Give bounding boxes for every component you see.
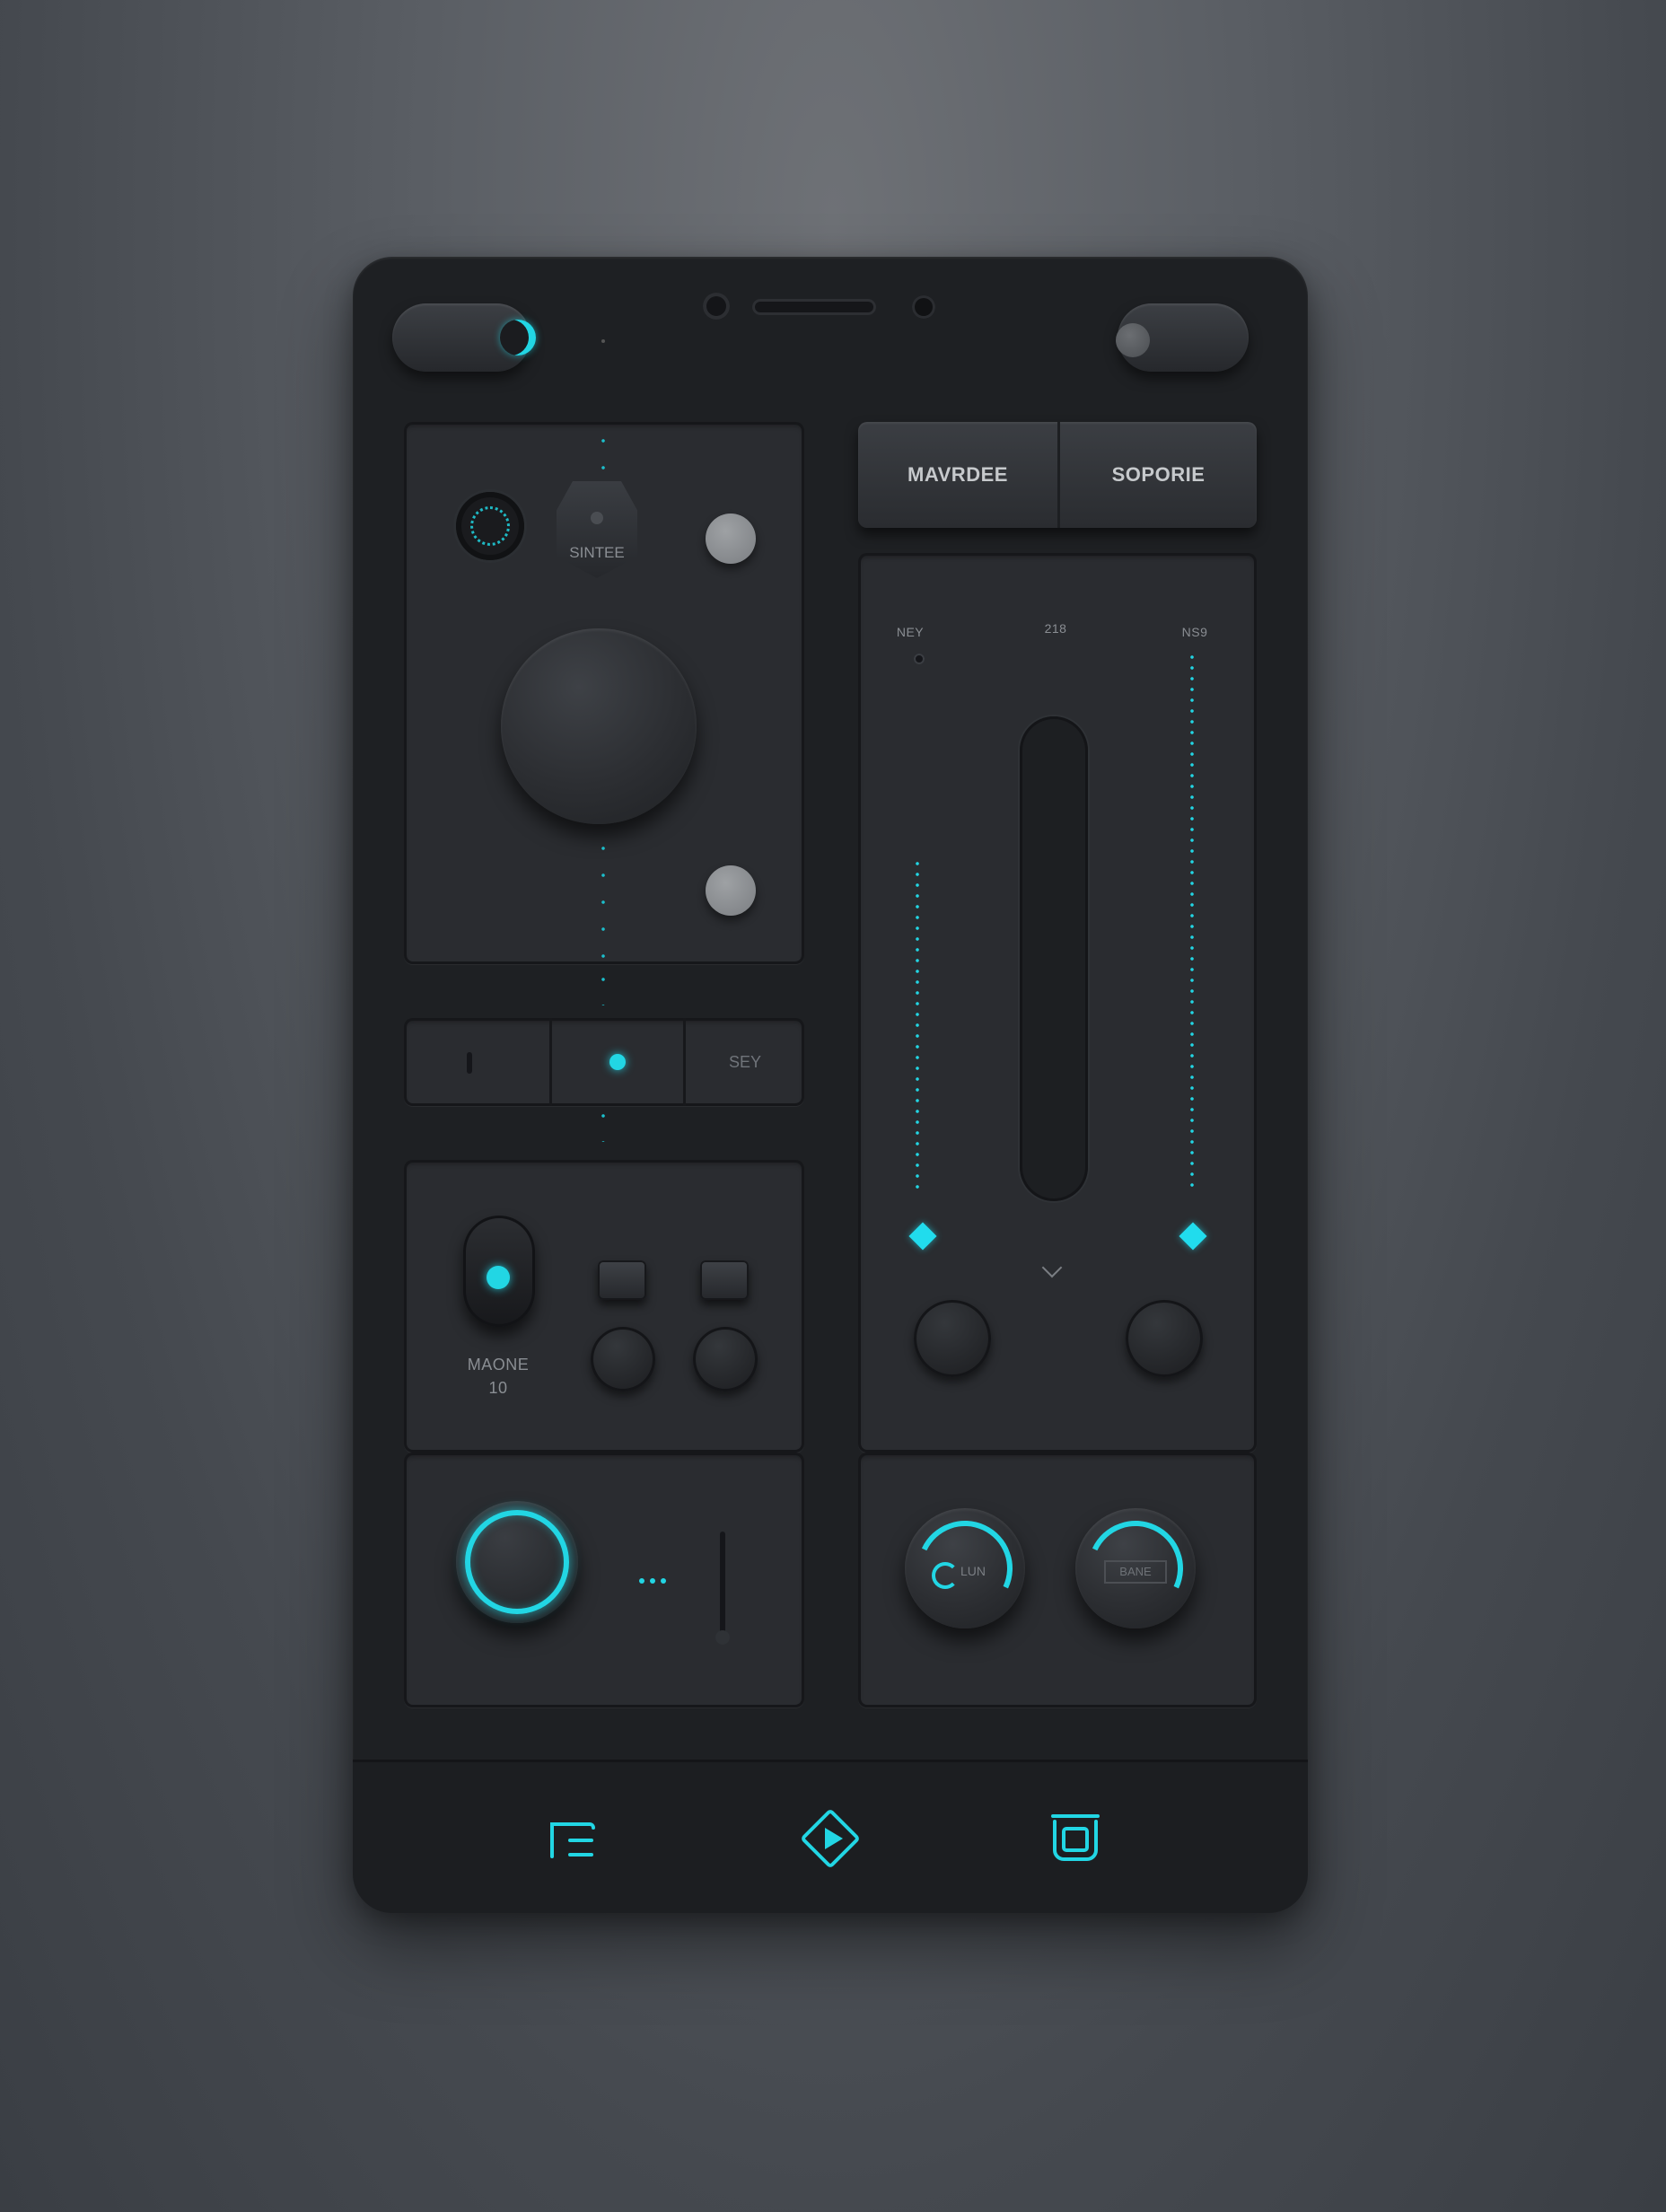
nav-layout-button[interactable] xyxy=(532,1798,613,1879)
right-fader-marker[interactable] xyxy=(1179,1222,1207,1251)
square-button-2[interactable] xyxy=(700,1260,749,1300)
panel-divider-dots-bottom xyxy=(601,835,605,961)
mixer-round-button-left[interactable] xyxy=(914,1300,991,1377)
led-ring-glow xyxy=(470,506,510,546)
more-dot-3 xyxy=(661,1578,666,1584)
dial-panel-left xyxy=(404,1453,804,1707)
dial-right[interactable]: BANE xyxy=(1074,1507,1197,1629)
camera-icon xyxy=(703,293,730,320)
connector-dots-2 xyxy=(601,1102,605,1142)
round-button-2[interactable] xyxy=(693,1327,758,1391)
center-badge-button[interactable]: SINTEE xyxy=(557,481,637,578)
status-dot xyxy=(601,339,605,343)
top-left-toggle[interactable] xyxy=(392,303,536,372)
top-left-toggle-indicator xyxy=(500,320,536,356)
left-level-meter[interactable] xyxy=(916,858,919,1190)
layout-icon xyxy=(550,1822,595,1858)
sensor-icon xyxy=(912,295,935,319)
dial-left[interactable]: LUN xyxy=(904,1507,1026,1629)
dial-right-label: BANE xyxy=(1104,1560,1167,1584)
panel-divider-dots-top xyxy=(601,427,605,472)
switch-label: MAONE xyxy=(467,1356,530,1374)
dial-left-label: LUN xyxy=(960,1564,986,1578)
glow-dial[interactable] xyxy=(456,1501,578,1623)
switch-panel: MAONE 10 xyxy=(404,1160,804,1453)
mixer-center-label: 218 xyxy=(1044,621,1067,636)
tab-mavrdee[interactable]: MAVRDEE xyxy=(858,422,1060,528)
mini-slider-knob xyxy=(715,1630,730,1645)
chevron-down-icon[interactable] xyxy=(1041,1257,1063,1278)
nav-frame-button[interactable] xyxy=(1035,1798,1116,1879)
dial-left-mini-arc xyxy=(932,1562,959,1589)
bottom-right-round-button[interactable] xyxy=(706,865,756,916)
left-fader-marker[interactable] xyxy=(908,1222,937,1251)
bottom-nav xyxy=(353,1760,1308,1913)
segment-right-label: SEY xyxy=(728,1052,762,1071)
dial-panel-right: LUN BANE xyxy=(858,1453,1257,1707)
mixer-left-indicator xyxy=(914,654,925,664)
led-ring-indicator[interactable] xyxy=(456,492,524,560)
center-fader-track[interactable] xyxy=(1020,716,1088,1201)
segment-center[interactable] xyxy=(552,1018,686,1106)
mixer-panel: NEY 218 NS9 xyxy=(858,553,1257,1453)
play-diamond-icon xyxy=(802,1810,859,1867)
tab-bar: MAVRDEE SOPORIE xyxy=(858,422,1257,528)
more-dot-2 xyxy=(650,1578,655,1584)
round-button-1[interactable] xyxy=(591,1327,655,1391)
tab-soporie[interactable]: SOPORIE xyxy=(1060,422,1257,528)
center-badge-label: SINTEE xyxy=(569,544,625,561)
device-frame: SINTEE SEY MAONE 10 MAVRDEE SOPORIE NEY … xyxy=(353,257,1308,1913)
toggle-switch-led xyxy=(487,1266,510,1289)
speaker-grille xyxy=(752,299,876,315)
mixer-right-label: NS9 xyxy=(1181,625,1208,639)
segment-center-indicator xyxy=(609,1054,626,1070)
segment-bar: SEY xyxy=(404,1018,804,1106)
mixer-round-button-right[interactable] xyxy=(1126,1300,1203,1377)
center-badge-dot xyxy=(591,512,603,524)
joystick-panel: SINTEE xyxy=(404,422,804,964)
top-right-toggle-indicator xyxy=(1116,323,1150,357)
top-right-round-button[interactable] xyxy=(706,514,756,564)
mini-slider-track[interactable] xyxy=(715,1532,730,1645)
tab-mavrdee-label: MAVRDEE xyxy=(908,463,1008,486)
glow-dial-ring xyxy=(465,1510,569,1614)
right-level-meter[interactable] xyxy=(1190,652,1194,1190)
more-dot-1 xyxy=(639,1578,644,1584)
square-button-1[interactable] xyxy=(598,1260,646,1300)
joystick-knob[interactable] xyxy=(501,628,697,824)
nav-play-button[interactable] xyxy=(790,1798,871,1879)
mixer-left-label: NEY xyxy=(896,625,925,639)
segment-right[interactable]: SEY xyxy=(686,1018,804,1106)
frame-icon xyxy=(1051,1814,1100,1861)
top-right-toggle[interactable] xyxy=(1116,303,1249,372)
more-dots-icon[interactable] xyxy=(639,1578,675,1585)
switch-value: 10 xyxy=(488,1379,508,1397)
segment-left[interactable] xyxy=(404,1018,552,1106)
segment-left-marker xyxy=(467,1052,472,1074)
toggle-switch[interactable] xyxy=(463,1216,535,1327)
tab-soporie-label: SOPORIE xyxy=(1111,463,1206,486)
connector-dots-1 xyxy=(601,966,605,1005)
